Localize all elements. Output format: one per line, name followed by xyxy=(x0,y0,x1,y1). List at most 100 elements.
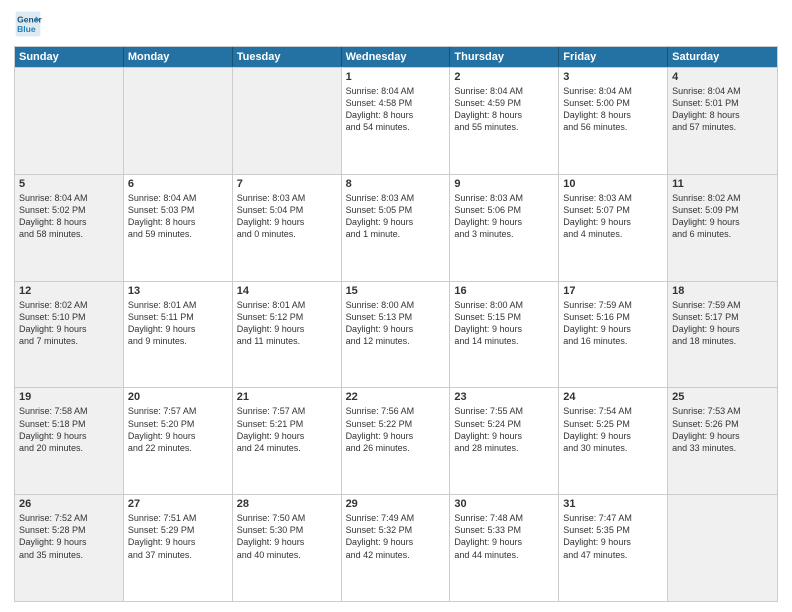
day-number: 22 xyxy=(346,391,446,403)
day-cell-29: 29 Sunrise: 7:49 AM Sunset: 5:32 PM Dayli… xyxy=(342,495,451,601)
day-cell-20: 20 Sunrise: 7:57 AM Sunset: 5:20 PM Dayli… xyxy=(124,388,233,494)
empty-cell xyxy=(233,68,342,174)
svg-text:Blue: Blue xyxy=(17,24,36,34)
header-day-monday: Monday xyxy=(124,47,233,67)
day-number: 23 xyxy=(454,391,554,403)
calendar-header: SundayMondayTuesdayWednesdayThursdayFrid… xyxy=(15,47,777,67)
day-cell-14: 14 Sunrise: 8:01 AM Sunset: 5:12 PM Dayli… xyxy=(233,282,342,388)
week-row-3: 12 Sunrise: 8:02 AM Sunset: 5:10 PM Dayli… xyxy=(15,281,777,388)
day-number: 16 xyxy=(454,285,554,297)
empty-cell xyxy=(124,68,233,174)
day-info: Sunrise: 8:02 AM Sunset: 5:10 PM Dayligh… xyxy=(19,299,119,348)
day-number: 8 xyxy=(346,178,446,190)
day-info: Sunrise: 8:04 AM Sunset: 5:01 PM Dayligh… xyxy=(672,85,773,134)
page: General Blue SundayMondayTuesdayWednesda… xyxy=(0,0,792,612)
day-info: Sunrise: 8:03 AM Sunset: 5:04 PM Dayligh… xyxy=(237,192,337,241)
day-number: 20 xyxy=(128,391,228,403)
day-number: 31 xyxy=(563,498,663,510)
day-number: 24 xyxy=(563,391,663,403)
week-row-1: 1 Sunrise: 8:04 AM Sunset: 4:58 PM Daylig… xyxy=(15,67,777,174)
day-number: 5 xyxy=(19,178,119,190)
day-cell-5: 5Sunrise: 8:04 AM Sunset: 5:02 PM Daylig… xyxy=(15,175,124,281)
week-row-4: 19Sunrise: 7:58 AM Sunset: 5:18 PM Dayli… xyxy=(15,387,777,494)
header-day-thursday: Thursday xyxy=(450,47,559,67)
day-number: 11 xyxy=(672,178,773,190)
day-number: 21 xyxy=(237,391,337,403)
day-cell-23: 23 Sunrise: 7:55 AM Sunset: 5:24 PM Dayli… xyxy=(450,388,559,494)
calendar: SundayMondayTuesdayWednesdayThursdayFrid… xyxy=(14,46,778,602)
day-info: Sunrise: 7:49 AM Sunset: 5:32 PM Dayligh… xyxy=(346,512,446,561)
day-cell-11: 11 Sunrise: 8:02 AM Sunset: 5:09 PM Dayli… xyxy=(668,175,777,281)
day-number: 10 xyxy=(563,178,663,190)
day-info: Sunrise: 8:04 AM Sunset: 4:59 PM Dayligh… xyxy=(454,85,554,134)
day-info: Sunrise: 7:57 AM Sunset: 5:21 PM Dayligh… xyxy=(237,405,337,454)
day-cell-26: 26Sunrise: 7:52 AM Sunset: 5:28 PM Dayli… xyxy=(15,495,124,601)
day-info: Sunrise: 7:55 AM Sunset: 5:24 PM Dayligh… xyxy=(454,405,554,454)
day-number: 2 xyxy=(454,71,554,83)
empty-cell xyxy=(15,68,124,174)
day-number: 27 xyxy=(128,498,228,510)
day-cell-30: 30Sunrise: 7:48 AM Sunset: 5:33 PM Dayli… xyxy=(450,495,559,601)
day-info: Sunrise: 8:03 AM Sunset: 5:06 PM Dayligh… xyxy=(454,192,554,241)
day-info: Sunrise: 7:47 AM Sunset: 5:35 PM Dayligh… xyxy=(563,512,663,561)
day-cell-10: 10 Sunrise: 8:03 AM Sunset: 5:07 PM Dayli… xyxy=(559,175,668,281)
day-number: 13 xyxy=(128,285,228,297)
day-info: Sunrise: 7:51 AM Sunset: 5:29 PM Dayligh… xyxy=(128,512,228,561)
header-day-tuesday: Tuesday xyxy=(233,47,342,67)
day-cell-27: 27 Sunrise: 7:51 AM Sunset: 5:29 PM Dayli… xyxy=(124,495,233,601)
day-cell-13: 13 Sunrise: 8:01 AM Sunset: 5:11 PM Dayli… xyxy=(124,282,233,388)
empty-cell xyxy=(668,495,777,601)
day-cell-3: 3Sunrise: 8:04 AM Sunset: 5:00 PM Daylig… xyxy=(559,68,668,174)
day-number: 4 xyxy=(672,71,773,83)
day-number: 14 xyxy=(237,285,337,297)
day-info: Sunrise: 7:54 AM Sunset: 5:25 PM Dayligh… xyxy=(563,405,663,454)
day-cell-17: 17 Sunrise: 7:59 AM Sunset: 5:16 PM Dayli… xyxy=(559,282,668,388)
day-info: Sunrise: 8:00 AM Sunset: 5:13 PM Dayligh… xyxy=(346,299,446,348)
day-info: Sunrise: 7:48 AM Sunset: 5:33 PM Dayligh… xyxy=(454,512,554,561)
day-info: Sunrise: 7:53 AM Sunset: 5:26 PM Dayligh… xyxy=(672,405,773,454)
day-cell-19: 19Sunrise: 7:58 AM Sunset: 5:18 PM Dayli… xyxy=(15,388,124,494)
day-info: Sunrise: 8:00 AM Sunset: 5:15 PM Dayligh… xyxy=(454,299,554,348)
day-info: Sunrise: 7:56 AM Sunset: 5:22 PM Dayligh… xyxy=(346,405,446,454)
day-cell-9: 9 Sunrise: 8:03 AM Sunset: 5:06 PM Daylig… xyxy=(450,175,559,281)
day-number: 1 xyxy=(346,71,446,83)
day-number: 17 xyxy=(563,285,663,297)
day-number: 19 xyxy=(19,391,119,403)
day-number: 9 xyxy=(454,178,554,190)
day-cell-31: 31 Sunrise: 7:47 AM Sunset: 5:35 PM Dayli… xyxy=(559,495,668,601)
day-info: Sunrise: 7:52 AM Sunset: 5:28 PM Dayligh… xyxy=(19,512,119,561)
day-info: Sunrise: 7:50 AM Sunset: 5:30 PM Dayligh… xyxy=(237,512,337,561)
day-info: Sunrise: 8:04 AM Sunset: 4:58 PM Dayligh… xyxy=(346,85,446,134)
week-row-2: 5Sunrise: 8:04 AM Sunset: 5:02 PM Daylig… xyxy=(15,174,777,281)
day-info: Sunrise: 7:57 AM Sunset: 5:20 PM Dayligh… xyxy=(128,405,228,454)
day-number: 15 xyxy=(346,285,446,297)
week-row-5: 26Sunrise: 7:52 AM Sunset: 5:28 PM Dayli… xyxy=(15,494,777,601)
logo-icon: General Blue xyxy=(14,10,42,38)
day-cell-6: 6Sunrise: 8:04 AM Sunset: 5:03 PM Daylig… xyxy=(124,175,233,281)
header-day-wednesday: Wednesday xyxy=(342,47,451,67)
day-info: Sunrise: 8:04 AM Sunset: 5:03 PM Dayligh… xyxy=(128,192,228,241)
day-info: Sunrise: 7:59 AM Sunset: 5:16 PM Dayligh… xyxy=(563,299,663,348)
calendar-body: 1 Sunrise: 8:04 AM Sunset: 4:58 PM Daylig… xyxy=(15,67,777,601)
day-cell-28: 28Sunrise: 7:50 AM Sunset: 5:30 PM Dayli… xyxy=(233,495,342,601)
day-info: Sunrise: 8:01 AM Sunset: 5:12 PM Dayligh… xyxy=(237,299,337,348)
day-cell-1: 1 Sunrise: 8:04 AM Sunset: 4:58 PM Daylig… xyxy=(342,68,451,174)
day-number: 12 xyxy=(19,285,119,297)
day-number: 7 xyxy=(237,178,337,190)
day-cell-22: 22 Sunrise: 7:56 AM Sunset: 5:22 PM Dayli… xyxy=(342,388,451,494)
day-cell-25: 25Sunrise: 7:53 AM Sunset: 5:26 PM Dayli… xyxy=(668,388,777,494)
day-cell-24: 24 Sunrise: 7:54 AM Sunset: 5:25 PM Dayli… xyxy=(559,388,668,494)
day-number: 3 xyxy=(563,71,663,83)
day-info: Sunrise: 8:01 AM Sunset: 5:11 PM Dayligh… xyxy=(128,299,228,348)
day-number: 18 xyxy=(672,285,773,297)
header-day-saturday: Saturday xyxy=(668,47,777,67)
day-info: Sunrise: 8:03 AM Sunset: 5:07 PM Dayligh… xyxy=(563,192,663,241)
day-info: Sunrise: 7:59 AM Sunset: 5:17 PM Dayligh… xyxy=(672,299,773,348)
day-cell-8: 8Sunrise: 8:03 AM Sunset: 5:05 PM Daylig… xyxy=(342,175,451,281)
header-day-friday: Friday xyxy=(559,47,668,67)
day-cell-12: 12 Sunrise: 8:02 AM Sunset: 5:10 PM Dayli… xyxy=(15,282,124,388)
day-info: Sunrise: 8:02 AM Sunset: 5:09 PM Dayligh… xyxy=(672,192,773,241)
day-cell-7: 7 Sunrise: 8:03 AM Sunset: 5:04 PM Daylig… xyxy=(233,175,342,281)
day-cell-15: 15 Sunrise: 8:00 AM Sunset: 5:13 PM Dayli… xyxy=(342,282,451,388)
day-number: 29 xyxy=(346,498,446,510)
